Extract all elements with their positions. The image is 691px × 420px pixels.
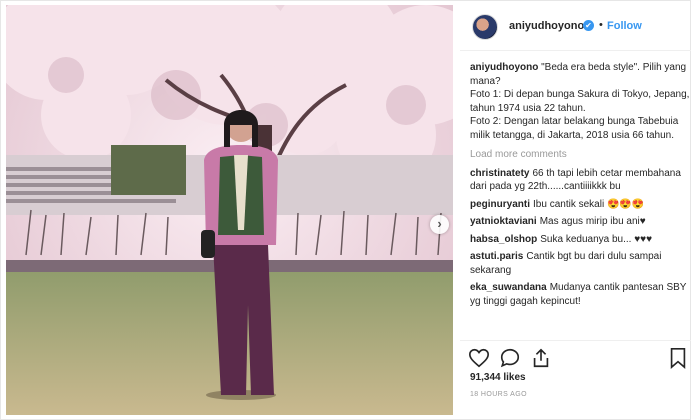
- photo-scene: [6, 5, 453, 415]
- caption-text: "Beda era beda style". Pilih yang mana? …: [470, 62, 690, 141]
- avatar-icon[interactable]: [472, 14, 498, 40]
- comment-username[interactable]: habsa_olshop: [470, 234, 537, 245]
- comment-username[interactable]: christinatety: [470, 168, 529, 179]
- post-photo[interactable]: ›: [6, 5, 453, 415]
- comment-icon[interactable]: [499, 347, 521, 369]
- next-photo-button[interactable]: ›: [430, 215, 449, 234]
- caption-username[interactable]: aniyudhoyono: [470, 62, 538, 73]
- comment-text: Ibu cantik sekali 😍😍😍: [533, 198, 645, 210]
- list-item: peginuryanti Ibu cantik sekali 😍😍😍: [470, 198, 691, 212]
- follow-button[interactable]: Follow: [607, 20, 642, 32]
- separator-dot: •: [599, 19, 603, 31]
- comment-username[interactable]: astuti.paris: [470, 251, 523, 262]
- share-icon[interactable]: [530, 347, 552, 369]
- post-header: aniyudhoyono ✔ • Follow: [460, 1, 691, 51]
- heart-icon[interactable]: [468, 347, 490, 369]
- post-timestamp[interactable]: 18 HOURS AGO: [470, 391, 527, 398]
- load-more-comments-link[interactable]: Load more comments: [470, 148, 691, 162]
- comment-username[interactable]: yatnioktaviani: [470, 216, 537, 227]
- list-item: eka_suwandana Mudanya cantik pantesan SBY…: [470, 281, 691, 308]
- list-item: astuti.paris Cantik bgt bu dari dulu samp…: [470, 250, 691, 277]
- comment-text: Suka keduanya bu... ♥♥♥: [540, 233, 653, 245]
- comment-text: Mas agus mirip ibu ani♥: [539, 216, 646, 227]
- instagram-post: › aniyudhoyono ✔ • Follow aniyudhoyono "…: [0, 0, 691, 420]
- list-item: habsa_olshop Suka keduanya bu... ♥♥♥: [470, 233, 691, 247]
- comments-list[interactable]: aniyudhoyono "Beda era beda style". Pili…: [470, 61, 691, 337]
- verified-badge-icon: ✔: [583, 20, 594, 31]
- likes-count[interactable]: 91,344 likes: [470, 372, 526, 383]
- comment-username[interactable]: peginuryanti: [470, 199, 530, 210]
- comment-username[interactable]: eka_suwandana: [470, 282, 547, 293]
- bookmark-icon[interactable]: [667, 347, 689, 369]
- post-side-panel: aniyudhoyono ✔ • Follow aniyudhoyono "Be…: [460, 1, 691, 420]
- list-item: yatnioktaviani Mas agus mirip ibu ani♥: [470, 215, 691, 229]
- username-link[interactable]: aniyudhoyono: [509, 20, 584, 32]
- caption: aniyudhoyono "Beda era beda style". Pili…: [470, 61, 691, 142]
- list-item: christinatety 66 th tapi lebih cetar memb…: [470, 167, 691, 194]
- post-actions: 91,344 likes 18 HOURS AGO: [460, 340, 691, 420]
